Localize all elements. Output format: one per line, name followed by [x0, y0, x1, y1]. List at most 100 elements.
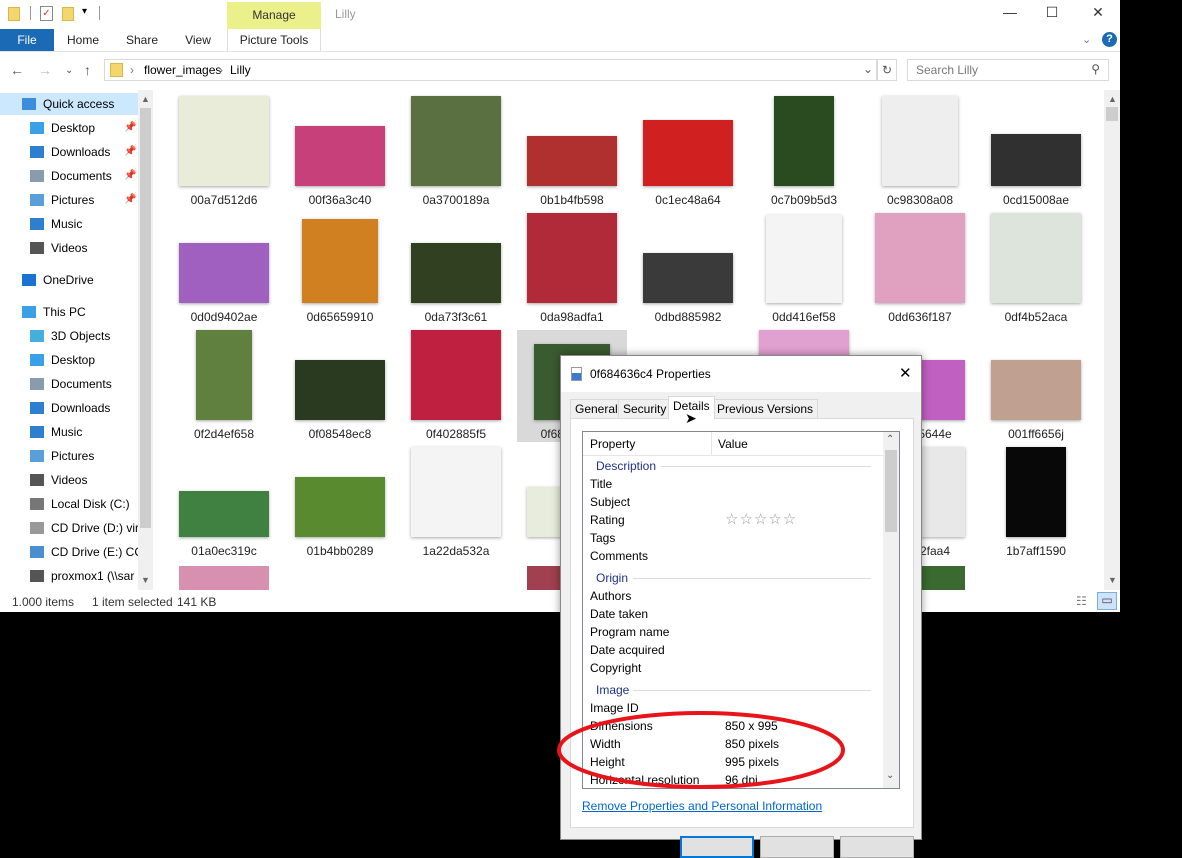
navigation-scrollbar[interactable]: ▲ ▼ [138, 90, 153, 590]
breadcrumb-lilly[interactable]: Lilly [230, 63, 251, 77]
tab-general[interactable]: General [570, 399, 623, 418]
file-thumbnail[interactable]: 001ff6656j [981, 330, 1091, 442]
sidebar-item[interactable]: CD Drive (E:) CC [0, 541, 138, 563]
file-thumbnail[interactable]: 0d65659910 [285, 213, 395, 325]
property-row[interactable]: Tags [590, 529, 880, 547]
maximize-button[interactable]: ☐ [1042, 4, 1062, 24]
file-thumbnail[interactable]: 0da98adfa1 [517, 213, 627, 325]
property-row[interactable]: Height 995 pixels [590, 753, 880, 771]
sidebar-item[interactable]: Downloads 📌 [0, 141, 138, 163]
property-list-scrollbar[interactable]: ⌃ ⌄ [883, 432, 899, 788]
forward-button[interactable]: → [38, 62, 52, 78]
property-row[interactable]: Authors [590, 587, 880, 605]
tab-share[interactable]: Share [120, 29, 164, 51]
file-thumbnail[interactable]: 0c7b09b5d3 [749, 96, 859, 208]
sidebar-item[interactable]: Videos [0, 237, 138, 259]
sidebar-item[interactable]: Desktop [0, 349, 138, 371]
file-thumbnail[interactable]: 0f2d4ef658 [169, 330, 279, 442]
file-thumbnail[interactable]: 0dd636f187 [865, 213, 975, 325]
folder-icon[interactable] [8, 7, 20, 21]
file-thumbnail[interactable]: 0f08548ec8 [285, 330, 395, 442]
property-list[interactable]: Property Value Description Title Subject Ra… [582, 431, 900, 789]
sidebar-item[interactable]: Documents 📌 [0, 165, 138, 187]
file-thumbnail[interactable]: 0dd416ef58 [749, 213, 859, 325]
property-row[interactable]: Title [590, 475, 880, 493]
property-row[interactable]: Rating ☆☆☆☆☆ [590, 511, 880, 529]
file-thumbnail[interactable]: 0c1ec48a64 [633, 96, 743, 208]
sidebar-item[interactable]: CD Drive (D:) virt [0, 517, 138, 539]
sidebar-item[interactable]: Pictures 📌 [0, 189, 138, 211]
file-thumbnail[interactable]: 0df4b52aca [981, 213, 1091, 325]
tab-home[interactable]: Home [60, 29, 106, 51]
sidebar-item[interactable]: 3D Objects [0, 325, 138, 347]
file-thumbnail[interactable]: 0d0d9402ae [169, 213, 279, 325]
ok-button[interactable] [680, 836, 754, 858]
remove-properties-link[interactable]: Remove Properties and Personal Informati… [582, 799, 822, 813]
file-thumbnail[interactable]: 01b4bb0289 [285, 447, 395, 559]
tab-picture-tools[interactable]: Picture Tools [227, 29, 321, 51]
chevron-down-icon[interactable]: ⌄ [863, 62, 873, 76]
recent-locations-button[interactable]: ⌄ [65, 65, 73, 76]
sidebar-item[interactable]: Music [0, 213, 138, 235]
refresh-button[interactable]: ↻ [877, 59, 897, 81]
large-icons-view-button[interactable]: ▭ [1097, 592, 1117, 610]
breadcrumb-flower-images[interactable]: flower_images [144, 63, 221, 77]
group-header[interactable]: Description [596, 457, 656, 475]
group-header[interactable]: Image [596, 681, 629, 699]
sidebar-item[interactable]: Music [0, 421, 138, 443]
new-folder-icon[interactable] [62, 7, 74, 21]
file-thumbnail[interactable]: 0cd15008ae [981, 96, 1091, 208]
cancel-button[interactable] [760, 836, 834, 858]
property-row[interactable]: Copyright [590, 659, 880, 677]
customize-toolbar-icon[interactable]: ▾ [82, 6, 87, 17]
file-thumbnail[interactable]: 1b7aff1590 [981, 447, 1091, 559]
file-thumbnail[interactable]: 00a7d512d6 [169, 96, 279, 208]
sidebar-item[interactable]: Desktop 📌 [0, 117, 138, 139]
file-thumbnail[interactable]: 0a3700189a [401, 96, 511, 208]
property-row[interactable]: Date acquired [590, 641, 880, 659]
sidebar-item[interactable]: Downloads [0, 397, 138, 419]
tab-file[interactable]: File [0, 29, 54, 51]
close-button[interactable]: ✕ [1088, 4, 1108, 24]
sidebar-item[interactable]: Pictures [0, 445, 138, 467]
property-row[interactable]: Image ID [590, 699, 880, 717]
file-thumbnail[interactable]: 0da73f3c61 [401, 213, 511, 325]
column-header-value[interactable]: Value [718, 437, 748, 451]
sidebar-item[interactable]: This PC [0, 301, 138, 323]
tab-security[interactable]: Security [618, 399, 672, 418]
file-thumbnail[interactable]: 01a0ec319c [169, 447, 279, 559]
address-bar[interactable]: › flower_images › Lilly ⌄ [104, 59, 877, 81]
back-button[interactable]: ← [10, 62, 24, 78]
content-scrollbar[interactable]: ▲ ▼ [1104, 90, 1120, 590]
property-row[interactable]: Subject [590, 493, 880, 511]
manage-context-tab[interactable]: Manage [227, 2, 321, 29]
details-view-button[interactable]: ☷ [1076, 594, 1087, 608]
file-thumbnail[interactable]: 00f36a3c40 [285, 96, 395, 208]
sidebar-item[interactable]: OneDrive [0, 269, 138, 291]
help-icon[interactable]: ? [1102, 32, 1117, 47]
sidebar-item[interactable]: Videos [0, 469, 138, 491]
minimize-button[interactable]: — [1000, 4, 1020, 24]
apply-button[interactable] [840, 836, 914, 858]
file-thumbnail[interactable]: 0dbd885982 [633, 213, 743, 325]
sidebar-item[interactable]: proxmox1 (\\sar [0, 565, 138, 587]
column-header-property[interactable]: Property [590, 437, 635, 451]
rating-stars[interactable]: ☆☆☆☆☆ [725, 511, 797, 529]
properties-icon[interactable]: ✓ [40, 6, 53, 21]
property-row[interactable]: Program name [590, 623, 880, 641]
property-row[interactable]: Horizontal resolution 96 dpi [590, 771, 880, 788]
sidebar-item[interactable]: Documents [0, 373, 138, 395]
search-input[interactable]: Search Lilly ⚲ [907, 59, 1109, 81]
tab-view[interactable]: View [178, 29, 218, 51]
file-thumbnail[interactable]: 0c98308a08 [865, 96, 975, 208]
property-row[interactable]: Dimensions 850 x 995 [590, 717, 880, 735]
property-row[interactable]: Date taken [590, 605, 880, 623]
up-button[interactable]: ↑ [84, 62, 91, 78]
dialog-close-button[interactable]: ✕ [899, 364, 912, 382]
file-thumbnail[interactable]: 0b1b4fb598 [517, 96, 627, 208]
expand-ribbon-icon[interactable]: ⌄ [1082, 33, 1091, 46]
property-row[interactable]: Comments [590, 547, 880, 565]
file-thumbnail[interactable]: 1a22da532a [401, 447, 511, 559]
group-header[interactable]: Origin [596, 569, 628, 587]
file-thumbnail[interactable]: 0f402885f5 [401, 330, 511, 442]
